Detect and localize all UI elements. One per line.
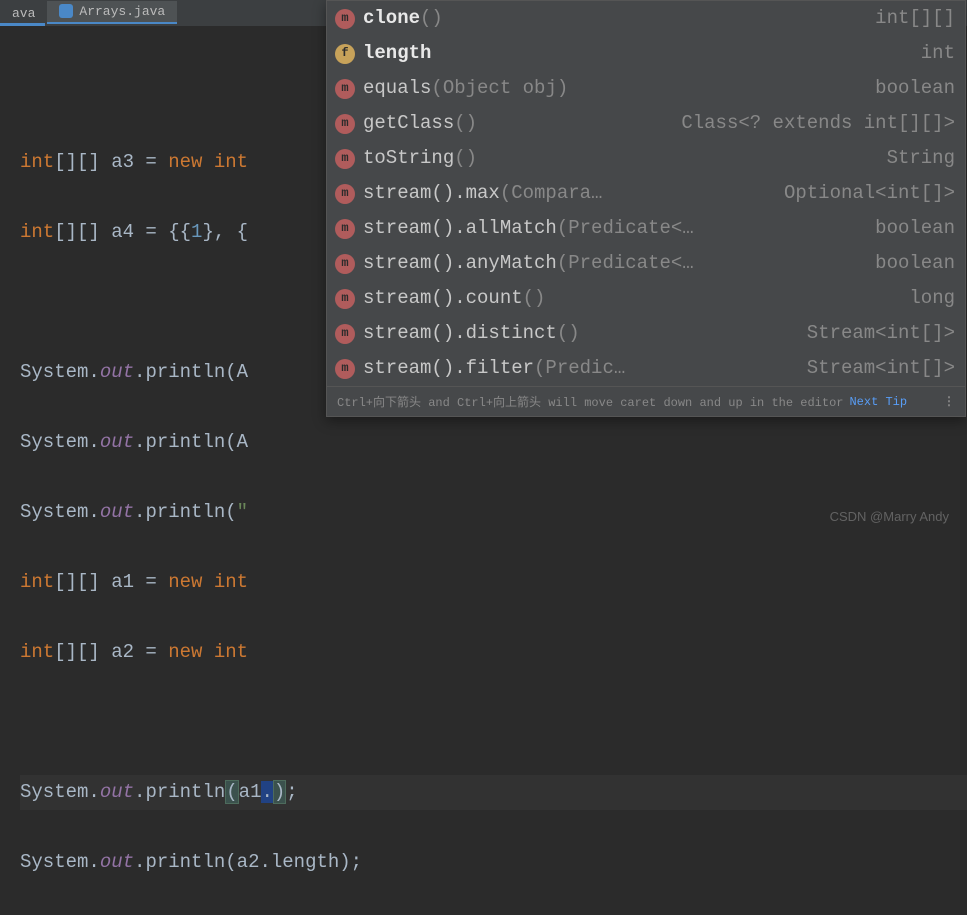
code-line: System.out.println(" — [20, 495, 967, 530]
autocomplete-item[interactable]: m stream().max(Compara… Optional<int[]> — [327, 176, 965, 211]
item-return-type: long — [909, 286, 955, 311]
code-line: int[][] a2 = new int — [20, 635, 967, 670]
autocomplete-item[interactable]: m toString() String — [327, 141, 965, 176]
item-return-type: boolean — [875, 216, 955, 241]
method-icon: m — [335, 114, 355, 134]
autocomplete-item[interactable]: m stream().distinct() Stream<int[]> — [327, 316, 965, 351]
code-line: System.out.println(a2.length); — [20, 845, 967, 880]
autocomplete-popup: mclone()int[][]flengthintmequals(Object … — [326, 0, 966, 417]
method-icon: m — [335, 324, 355, 344]
item-name: getClass — [363, 111, 454, 136]
item-params: () — [454, 146, 477, 171]
item-return-type: int[][] — [875, 6, 955, 31]
code-line: int[][] a1 = new int — [20, 565, 967, 600]
tab-file-arrays[interactable]: Arrays.java — [47, 1, 177, 24]
code-line: System.out.println(A — [20, 425, 967, 460]
item-name: stream().anyMatch — [363, 251, 557, 276]
autocomplete-item[interactable]: m stream().count() long — [327, 281, 965, 316]
tab-label: Arrays.java — [79, 4, 165, 19]
item-params: (Predicate<… — [557, 251, 694, 276]
item-return-type: Optional<int[]> — [784, 181, 955, 206]
item-name: clone — [363, 6, 420, 31]
autocomplete-item[interactable]: mequals(Object obj) boolean — [327, 71, 965, 106]
tab-label: ava — [12, 6, 35, 21]
method-icon: m — [335, 254, 355, 274]
java-icon — [59, 4, 73, 18]
item-params: (Predicate<… — [557, 216, 694, 241]
hint-text: Ctrl+向下箭头 and Ctrl+向上箭头 will move caret … — [337, 393, 843, 410]
item-params: (Compara… — [500, 181, 603, 206]
more-icon[interactable]: ⋮ — [943, 394, 955, 409]
item-params: () — [420, 6, 443, 31]
item-name: stream().count — [363, 286, 523, 311]
item-return-type: int — [921, 41, 955, 66]
method-icon: m — [335, 184, 355, 204]
autocomplete-item[interactable]: m stream().filter(Predic… Stream<int[]> — [327, 351, 965, 386]
item-name: stream().max — [363, 181, 500, 206]
item-return-type: boolean — [875, 251, 955, 276]
item-params: () — [523, 286, 546, 311]
popup-hint: Ctrl+向下箭头 and Ctrl+向上箭头 will move caret … — [327, 386, 965, 416]
item-params: () — [557, 321, 580, 346]
item-return-type: Class<? extends int[][]> — [681, 111, 955, 136]
autocomplete-item[interactable]: m getClass() Class<? extends int[][]> — [327, 106, 965, 141]
item-name: stream().filter — [363, 356, 534, 381]
method-icon: m — [335, 219, 355, 239]
method-icon: m — [335, 9, 355, 29]
autocomplete-item[interactable]: m stream().allMatch(Predicate<… boolean — [327, 211, 965, 246]
method-icon: m — [335, 359, 355, 379]
item-name: equals — [363, 76, 431, 101]
autocomplete-item[interactable]: flength int — [327, 36, 965, 71]
item-return-type: String — [887, 146, 955, 171]
method-icon: m — [335, 149, 355, 169]
watermark: CSDN @Marry Andy — [830, 509, 949, 524]
autocomplete-item[interactable]: mclone() int[][] — [327, 1, 965, 36]
item-name: length — [363, 41, 431, 66]
item-return-type: Stream<int[]> — [807, 356, 955, 381]
tab-file-0[interactable]: ava — [0, 3, 47, 24]
item-name: stream().distinct — [363, 321, 557, 346]
next-tip-link[interactable]: Next Tip — [849, 395, 907, 409]
item-return-type: Stream<int[]> — [807, 321, 955, 346]
autocomplete-item[interactable]: m stream().anyMatch(Predicate<… boolean — [327, 246, 965, 281]
item-name: stream().allMatch — [363, 216, 557, 241]
field-icon: f — [335, 44, 355, 64]
item-name: toString — [363, 146, 454, 171]
method-icon: m — [335, 79, 355, 99]
method-icon: m — [335, 289, 355, 309]
item-params: (Predic… — [534, 356, 625, 381]
blank-line — [20, 705, 967, 740]
item-params: () — [454, 111, 477, 136]
item-params: (Object obj) — [431, 76, 568, 101]
item-return-type: boolean — [875, 76, 955, 101]
caret-line: System.out.println(a1.); — [20, 775, 967, 810]
